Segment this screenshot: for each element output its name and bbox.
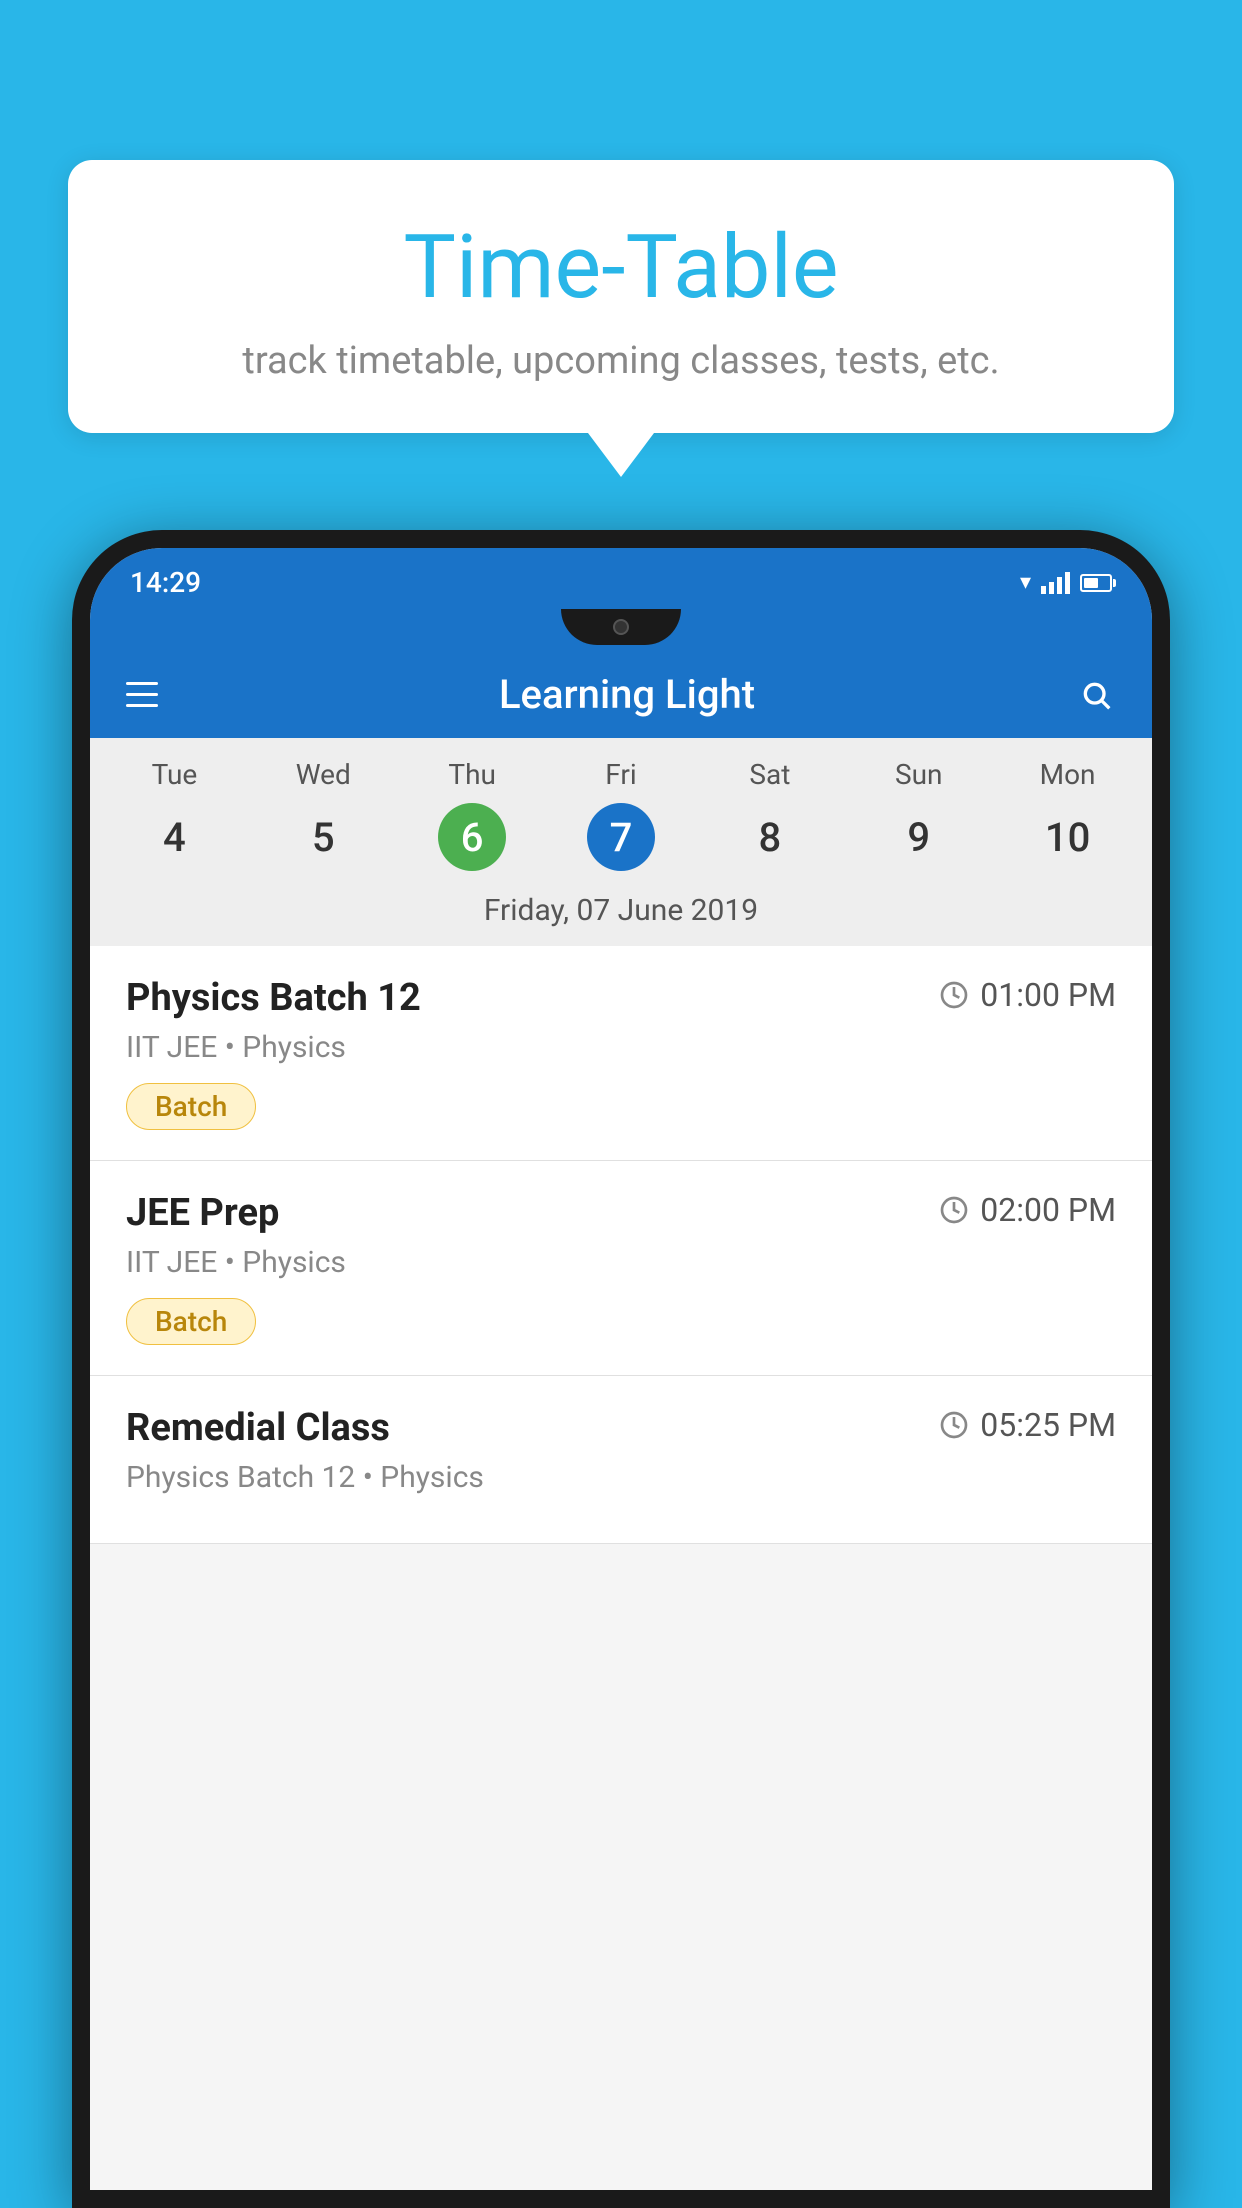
class-time: 05:25 PM [938, 1406, 1116, 1444]
clock-icon [938, 1194, 970, 1226]
app-title: Learning Light [178, 671, 1076, 718]
notch [561, 609, 681, 645]
day-name: Sat [695, 758, 844, 791]
class-time: 02:00 PM [938, 1191, 1116, 1229]
calendar-day-10[interactable]: Mon 10 [993, 758, 1142, 871]
class-meta: IIT JEE • Physics [126, 1030, 1116, 1065]
hamburger-line-3 [126, 704, 158, 707]
class-card-header: Physics Batch 12 01:00 PM [126, 976, 1116, 1020]
day-name: Tue [100, 758, 249, 791]
batch-tag: Batch [126, 1298, 256, 1345]
calendar-day-4[interactable]: Tue 4 [100, 758, 249, 871]
day-name: Sun [844, 758, 993, 791]
clock-icon [938, 1409, 970, 1441]
phone-frame: 14:29 ▾ [72, 530, 1170, 2208]
day-name: Mon [993, 758, 1142, 791]
class-card[interactable]: JEE Prep 02:00 PM IIT JEE • Physics Batch [90, 1161, 1152, 1376]
tooltip-subtitle: track timetable, upcoming classes, tests… [108, 339, 1134, 383]
class-time: 01:00 PM [938, 976, 1116, 1014]
phone-screen: 14:29 ▾ [90, 548, 1152, 2190]
day-name: Fri [547, 758, 696, 791]
calendar-day-8[interactable]: Sat 8 [695, 758, 844, 871]
day-number: 4 [140, 803, 208, 871]
search-icon [1080, 679, 1112, 711]
class-time-text: 02:00 PM [980, 1191, 1116, 1229]
day-number: 5 [289, 803, 357, 871]
day-number: 7 [587, 803, 655, 871]
battery-icon [1080, 574, 1112, 592]
hamburger-line-2 [126, 693, 158, 696]
class-time-text: 05:25 PM [980, 1406, 1116, 1444]
class-meta: IIT JEE • Physics [126, 1245, 1116, 1280]
day-number: 10 [1034, 803, 1102, 871]
calendar-day-6[interactable]: Thu 6 [398, 758, 547, 871]
calendar-day-9[interactable]: Sun 9 [844, 758, 993, 871]
tooltip-title: Time-Table [108, 220, 1134, 317]
class-meta: Physics Batch 12 • Physics [126, 1460, 1116, 1495]
calendar-days-header: Tue 4 Wed 5 Thu 6 Fri 7 Sat 8 Sun 9 Mon 10 [90, 738, 1152, 879]
tooltip-card: Time-Table track timetable, upcoming cla… [68, 160, 1174, 433]
status-time: 14:29 [130, 566, 201, 599]
class-name: Remedial Class [126, 1406, 390, 1450]
day-number: 6 [438, 803, 506, 871]
class-card[interactable]: Physics Batch 12 01:00 PM IIT JEE • Physic… [90, 946, 1152, 1161]
class-card-header: JEE Prep 02:00 PM [126, 1191, 1116, 1235]
class-card[interactable]: Remedial Class 05:25 PM Physics Batch 12 •… [90, 1376, 1152, 1544]
status-icons: ▾ [1020, 570, 1112, 595]
calendar-day-5[interactable]: Wed 5 [249, 758, 398, 871]
calendar-day-7[interactable]: Fri 7 [547, 758, 696, 871]
signal-icon [1041, 572, 1070, 594]
status-bar: 14:29 ▾ [90, 548, 1152, 609]
search-button[interactable] [1076, 675, 1116, 715]
selected-date-label: Friday, 07 June 2019 [90, 879, 1152, 946]
content-list[interactable]: Physics Batch 12 01:00 PM IIT JEE • Physic… [90, 946, 1152, 2190]
app-bar: Learning Light [90, 651, 1152, 738]
day-name: Wed [249, 758, 398, 791]
clock-icon [938, 979, 970, 1011]
day-number: 8 [736, 803, 804, 871]
camera-dot [613, 619, 629, 635]
notch-area [90, 609, 1152, 651]
class-name: JEE Prep [126, 1191, 279, 1235]
calendar-section: Tue 4 Wed 5 Thu 6 Fri 7 Sat 8 Sun 9 Mon 10 Friday, 07… [90, 738, 1152, 946]
day-name: Thu [398, 758, 547, 791]
hamburger-icon[interactable] [126, 682, 158, 707]
hamburger-line-1 [126, 682, 158, 685]
class-card-header: Remedial Class 05:25 PM [126, 1406, 1116, 1450]
class-name: Physics Batch 12 [126, 976, 421, 1020]
class-time-text: 01:00 PM [980, 976, 1116, 1014]
day-number: 9 [885, 803, 953, 871]
wifi-icon: ▾ [1020, 570, 1031, 595]
batch-tag: Batch [126, 1083, 256, 1130]
